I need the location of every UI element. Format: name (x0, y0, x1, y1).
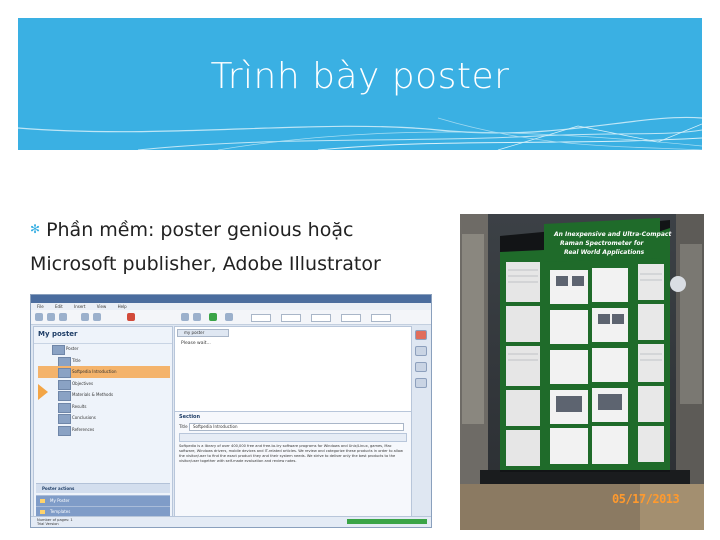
poster-header-line-2: Raman Spectrometer for (560, 240, 645, 247)
poster-actions-header[interactable]: Poster actions (36, 483, 170, 493)
font-size-field[interactable] (281, 314, 301, 322)
status-bar: Number of pages: 1 Trial Version (31, 516, 431, 527)
settings-icon[interactable] (415, 346, 427, 356)
menu-help[interactable]: Help (118, 304, 127, 309)
section-body-text[interactable]: Softpedia is a library of over 400,000 f… (179, 444, 405, 464)
tree-item-label: Objectives (72, 380, 94, 386)
app-titlebar (31, 295, 431, 303)
title-banner: Trình bày poster (18, 18, 702, 150)
new-icon[interactable] (35, 313, 43, 321)
format-toolbar[interactable] (179, 433, 407, 442)
redo-icon[interactable] (93, 313, 101, 321)
export-icon[interactable] (415, 378, 427, 388)
section-tree: Poster Title Softpedia Introduction Obje… (38, 343, 170, 436)
menu-view[interactable]: View (97, 304, 107, 309)
zoom-field[interactable]: 100 (251, 314, 271, 331)
tree-item-label: References (72, 426, 95, 432)
section-thumbnail-icon (58, 425, 71, 436)
open-icon[interactable] (47, 313, 55, 321)
tree-item-label: Materials & Methods (72, 392, 114, 397)
bullet-marker-icon: ✻ (30, 222, 41, 236)
poster-thumbnail-icon (52, 345, 65, 355)
section-thumbnail-icon (58, 402, 71, 413)
poster-genius-screenshot: File Edit Insert View Help 100 My poster… (30, 294, 432, 528)
tree-item-label: Conclusions (72, 415, 96, 420)
left-panel-papers (506, 262, 540, 466)
menu-file[interactable]: File (37, 304, 44, 309)
section-thumbnail-icon (58, 368, 71, 378)
bullet-paragraph: ✻ Phần mềm: poster genious hoặc Microsoft… (30, 214, 450, 280)
poster-header-line-1: An Inexpensive and Ultra-Compact (553, 231, 672, 238)
app-toolbar: 100 (31, 310, 431, 331)
title-input[interactable]: Softpedia Introduction (189, 423, 404, 431)
menu-edit[interactable]: Edit (55, 304, 63, 309)
section-thumbnail-icon (58, 414, 71, 424)
table-icon[interactable] (193, 313, 201, 321)
folder-icon (40, 510, 45, 514)
loading-text: Please wait... (181, 341, 211, 346)
editor-pane: my poster Please wait... Section Title S… (174, 326, 412, 526)
school-logo-icon (670, 276, 686, 292)
save-icon[interactable] (59, 313, 67, 321)
tree-item-results[interactable]: Results (38, 401, 170, 413)
tree-item-introduction[interactable]: Softpedia Introduction (38, 366, 170, 378)
poster-header-line-3: Real World Applications (564, 249, 645, 256)
poster-tree-pane: My poster Poster Title Softpedia Introdu… (33, 326, 173, 527)
status-text: Number of pages: 1 Trial Version (37, 518, 73, 526)
pane-title: My poster (34, 327, 172, 344)
undo-icon[interactable] (81, 313, 89, 321)
bullet-line-1: Phần mềm: poster genious hoặc (46, 219, 354, 241)
slide-title: Trình bày poster (210, 56, 510, 97)
tree-item-references[interactable]: References (38, 424, 170, 436)
poster-board-illustration: An Inexpensive and Ultra-Compact Raman S… (460, 214, 704, 530)
section-editor: Section Title Softpedia Introduction Sof… (175, 411, 411, 526)
section-thumbnail-icon (58, 391, 71, 401)
menu-insert[interactable]: Insert (74, 304, 85, 309)
link-my-poster[interactable]: My Poster (36, 495, 170, 506)
section-thumbnail-icon (58, 356, 71, 367)
tree-item-conclusions[interactable]: Conclusions (38, 412, 170, 424)
tree-item-label: Poster (66, 346, 79, 351)
tree-item-label: Results (72, 403, 87, 409)
date-stamp: 05/17/2013 (612, 492, 680, 506)
link-label: Templates (50, 509, 71, 514)
app-menubar: File Edit Insert View Help (31, 303, 431, 310)
tree-item-title[interactable]: Title (38, 355, 170, 367)
section-heading: Section (179, 414, 201, 420)
tree-item-poster[interactable]: Poster (38, 343, 170, 355)
delete-icon[interactable] (127, 313, 135, 321)
progress-indicator (347, 519, 427, 524)
folder-icon (40, 499, 45, 503)
right-toolbar (412, 326, 428, 394)
trial-label: Trial Version (37, 522, 59, 526)
link-label: My Poster (50, 498, 70, 503)
text-icon[interactable] (225, 313, 233, 321)
image-icon[interactable] (181, 313, 189, 321)
tree-item-objectives[interactable]: Objectives (38, 378, 170, 390)
page-field[interactable] (371, 314, 391, 322)
close-icon[interactable] (415, 330, 427, 340)
preview-icon[interactable] (415, 362, 427, 372)
bullet-line-2: Microsoft publisher, Adobe Illustrator (30, 253, 381, 275)
refresh-icon[interactable] (209, 313, 217, 321)
right-panel-papers (638, 264, 664, 462)
height-field[interactable] (341, 314, 361, 322)
tree-item-methods[interactable]: Materials & Methods (38, 389, 170, 401)
section-thumbnail-icon (58, 379, 71, 390)
tree-item-label: Title (72, 357, 81, 363)
poster-photo: An Inexpensive and Ultra-Compact Raman S… (460, 214, 704, 530)
tab-my-poster[interactable]: my poster (177, 329, 229, 337)
tree-item-label: Softpedia Introduction (72, 369, 117, 374)
title-field-label: Title (179, 424, 188, 429)
width-field[interactable] (311, 314, 331, 322)
